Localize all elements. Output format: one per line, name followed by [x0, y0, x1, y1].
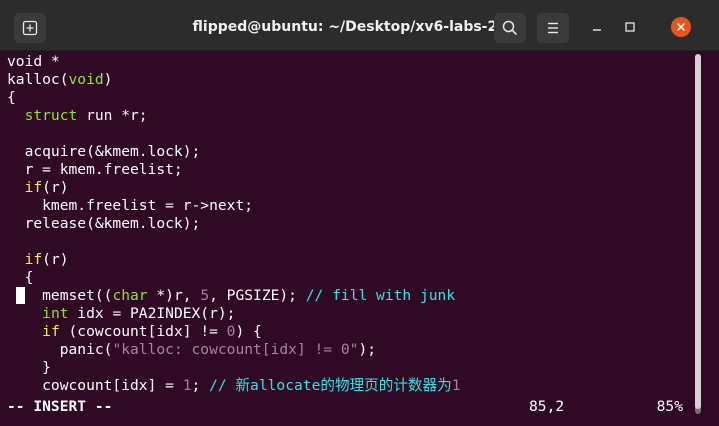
- code-line: }: [7, 359, 461, 377]
- code-token: kalloc(: [7, 71, 69, 88]
- code-token: 5: [200, 287, 210, 304]
- code-token: int: [42, 305, 69, 322]
- code-token: (cowcount[idx] !=: [59, 323, 227, 340]
- code-token: 1: [182, 377, 192, 394]
- cursor-position: 85,2: [529, 398, 565, 415]
- code-line: struct run *r;: [7, 107, 461, 125]
- code-line: cowcount[idx] = 1; // 新allocate的物理页的计数器为…: [7, 377, 461, 395]
- code-token: release(&kmem.lock);: [7, 215, 201, 232]
- menu-button[interactable]: [537, 13, 569, 43]
- code-line: if (cowcount[idx] != 0) {: [7, 323, 461, 341]
- window-title: flipped@ubuntu: ~/Desktop/xv6-labs-2021: [192, 19, 527, 35]
- code-line: release(&kmem.lock);: [7, 215, 461, 233]
- title-bar[interactable]: flipped@ubuntu: ~/Desktop/xv6-labs-2021: [0, 0, 719, 51]
- code-token: {: [7, 89, 16, 106]
- hamburger-menu-icon: [548, 22, 558, 34]
- code-token: if: [42, 323, 60, 340]
- code-line: r = kmem.freelist;: [7, 161, 461, 179]
- maximize-button[interactable]: [620, 17, 640, 37]
- code-token: run *r;: [77, 107, 148, 124]
- code-token: );: [358, 341, 377, 358]
- code-token: , PGSIZE);: [209, 287, 306, 304]
- code-line: {: [7, 89, 461, 107]
- new-tab-button[interactable]: [14, 13, 46, 43]
- code-token: if: [24, 251, 43, 268]
- code-token: // 新allocate的物理页的计数器为: [209, 377, 452, 394]
- minimize-button[interactable]: [587, 17, 607, 37]
- code-line: kmem.freelist = r->next;: [7, 197, 461, 215]
- code-token: (r): [42, 179, 69, 196]
- text-cursor: [16, 287, 25, 304]
- code-token: if: [24, 179, 43, 196]
- code-token: // fill with junk: [305, 287, 456, 304]
- insert-mode-indicator: -- INSERT --: [7, 398, 113, 415]
- code-token: struct: [24, 107, 78, 124]
- code-token: r = kmem.freelist;: [7, 161, 183, 178]
- code-token: cowcount[idx] =: [7, 377, 183, 394]
- code-token: void *: [7, 53, 60, 70]
- code-token: idx = PA2INDEX(r);: [68, 305, 236, 322]
- code-token: acquire(&kmem.lock);: [7, 143, 201, 160]
- code-line: {: [7, 269, 461, 287]
- search-button[interactable]: [494, 13, 526, 43]
- search-icon: [502, 20, 517, 35]
- code-line: memset((char *)r, 5, PGSIZE); // fill wi…: [7, 287, 461, 305]
- code-token: char: [112, 287, 148, 304]
- scrollbar-thumb[interactable]: [695, 54, 701, 409]
- code-token: void: [68, 71, 104, 88]
- code-token: ;: [191, 377, 210, 394]
- code-line: if(r): [7, 179, 461, 197]
- code-token: "kalloc: cowcount[idx] != 0": [112, 341, 359, 358]
- vim-buffer[interactable]: void * kalloc(void){ struct run *r; acqui…: [7, 53, 461, 395]
- terminal-window: flipped@ubuntu: ~/Desktop/xv6-labs-2021: [0, 0, 719, 426]
- code-line: int idx = PA2INDEX(r);: [7, 305, 461, 323]
- code-token: panic(: [7, 341, 113, 358]
- minimize-icon: [593, 29, 601, 31]
- close-button[interactable]: [671, 17, 691, 37]
- code-token: (r): [42, 251, 69, 268]
- scroll-percent: 85%: [656, 398, 683, 415]
- code-token: *)r,: [147, 287, 201, 304]
- code-token: ): [103, 71, 113, 88]
- vim-status-line: -- INSERT -- 85,2 85%: [7, 398, 687, 416]
- code-line: kalloc(void): [7, 71, 461, 89]
- new-tab-icon: [22, 20, 38, 36]
- maximize-icon: [625, 22, 635, 32]
- code-line: panic("kalloc: cowcount[idx] != 0");: [7, 341, 461, 359]
- code-token: ) {: [235, 323, 262, 340]
- code-token: {: [7, 269, 34, 286]
- code-token: kmem.freelist = r->next;: [7, 197, 254, 214]
- code-line: void *: [7, 53, 461, 71]
- code-token: }: [7, 359, 51, 376]
- code-line: if(r): [7, 251, 461, 269]
- code-token: 1: [451, 377, 461, 394]
- close-icon: [676, 22, 686, 32]
- code-line: acquire(&kmem.lock);: [7, 143, 461, 161]
- terminal-area[interactable]: void * kalloc(void){ struct run *r; acqui…: [0, 51, 719, 426]
